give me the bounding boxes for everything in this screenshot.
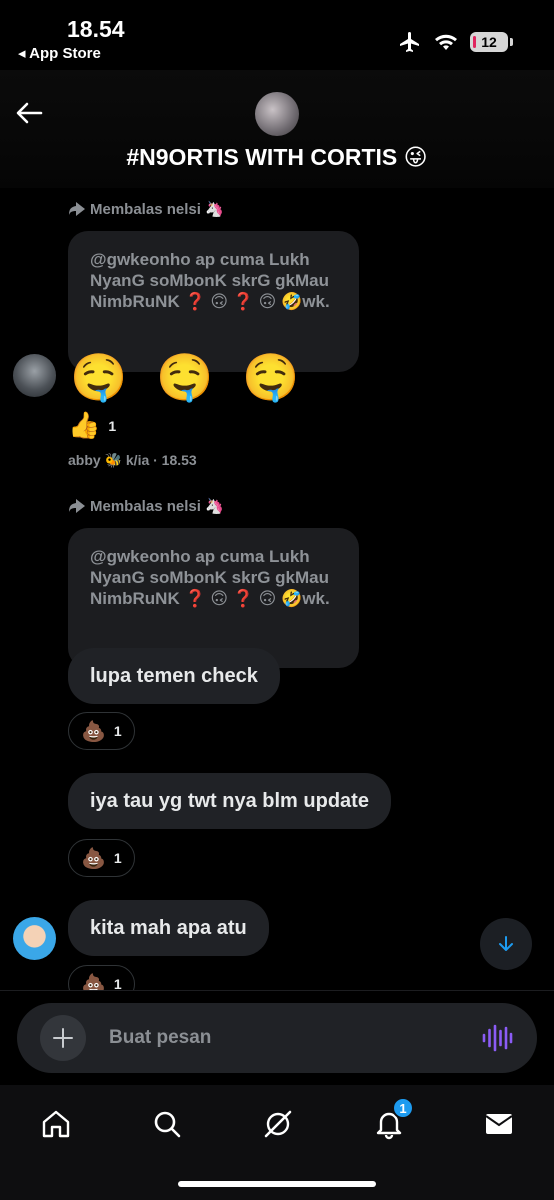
reply-indicator: Membalas nelsi 🦄 xyxy=(68,497,224,515)
nav-home[interactable] xyxy=(31,1099,81,1149)
composer-area xyxy=(0,990,554,1085)
chat-header: #N9ORTIS WITH CORTIS 😜 xyxy=(0,70,554,188)
bottom-navigation: 1 xyxy=(0,1085,554,1200)
sender-avatar[interactable] xyxy=(13,917,56,960)
reaction[interactable]: 💩 1 xyxy=(68,712,135,750)
back-to-app-store-link[interactable]: ◂ App Store xyxy=(18,44,101,62)
reply-arrow-icon xyxy=(69,499,85,513)
message-bubble[interactable]: kita mah apa atu xyxy=(68,900,269,956)
voice-message-icon[interactable] xyxy=(481,1023,513,1053)
message-input[interactable] xyxy=(109,1023,449,1053)
status-icons: 12 xyxy=(398,30,513,54)
message-bubble[interactable]: lupa temen check xyxy=(68,648,280,704)
home-icon xyxy=(42,1110,70,1138)
scroll-to-bottom-button[interactable] xyxy=(480,918,532,970)
status-time: 18.54 xyxy=(67,16,125,42)
reaction-count: 1 xyxy=(113,850,122,866)
group-avatar[interactable] xyxy=(255,92,299,136)
reaction[interactable]: 💩 1 xyxy=(68,839,135,877)
reaction-count: 1 xyxy=(108,417,117,434)
reaction-count: 1 xyxy=(113,976,122,990)
sender-avatar[interactable] xyxy=(13,354,56,397)
reply-arrow-icon xyxy=(69,202,85,216)
nav-search[interactable] xyxy=(142,1099,192,1149)
status-bar: 18.54 ◂ App Store 12 xyxy=(0,0,554,70)
nav-grok[interactable] xyxy=(253,1099,303,1149)
quoted-message[interactable]: @gwkeonho ap cuma Lukh NyanG soMbonK skr… xyxy=(68,528,359,668)
reply-label: Membalas nelsi 🦄 xyxy=(90,201,224,218)
reaction-count: 1 xyxy=(113,723,122,739)
reply-indicator: Membalas nelsi 🦄 xyxy=(68,200,224,218)
reaction[interactable]: 💩 1 xyxy=(68,965,135,990)
poop-icon: 💩 xyxy=(81,973,106,991)
wifi-icon xyxy=(435,34,457,50)
arrow-down-icon xyxy=(499,936,513,951)
thumbs-up-icon: 👍 xyxy=(68,410,101,440)
notification-badge: 1 xyxy=(392,1097,414,1119)
message-composer xyxy=(17,1003,537,1073)
message-bubble[interactable]: iya tau yg twt nya blm update xyxy=(68,773,391,829)
add-attachment-button[interactable] xyxy=(40,1015,86,1061)
airplane-icon xyxy=(400,32,419,52)
mail-icon xyxy=(485,1114,513,1134)
emoji-message[interactable]: 🤤 🤤 🤤 xyxy=(70,350,307,405)
message-list[interactable]: Membalas nelsi 🦄 @gwkeonho ap cuma Lukh … xyxy=(0,188,554,990)
reaction[interactable]: 👍 1 xyxy=(68,410,116,441)
home-indicator xyxy=(178,1181,376,1187)
nav-messages[interactable] xyxy=(474,1099,524,1149)
group-title[interactable]: #N9ORTIS WITH CORTIS 😜 xyxy=(0,144,554,171)
grok-icon xyxy=(264,1110,292,1138)
poop-icon: 💩 xyxy=(81,847,106,870)
plus-icon xyxy=(53,1028,73,1048)
search-icon xyxy=(154,1111,181,1138)
back-arrow-icon[interactable] xyxy=(14,98,44,128)
poop-icon: 💩 xyxy=(81,720,106,743)
message-meta: abby 🐝 k/ia · 18.53 xyxy=(68,452,197,468)
reply-label: Membalas nelsi 🦄 xyxy=(90,498,224,515)
battery-icon: 12 xyxy=(470,32,513,52)
nav-notifications[interactable]: 1 xyxy=(364,1097,414,1149)
